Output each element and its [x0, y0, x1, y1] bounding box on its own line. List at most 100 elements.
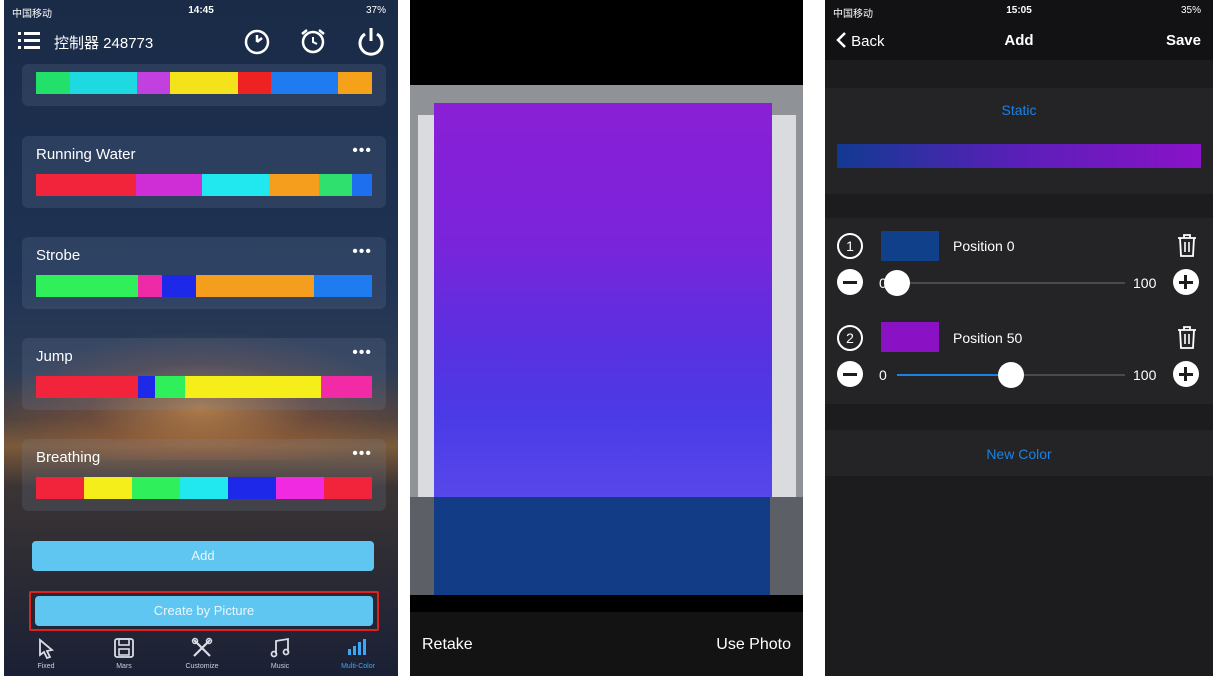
more-icon[interactable]: •••: [352, 142, 372, 160]
top-bar: 控制器 248773: [4, 24, 398, 64]
tab-multi-color[interactable]: Multi-Color: [328, 636, 388, 670]
battery-label: 37%: [365, 5, 386, 16]
controller-title: 控制器 248773: [54, 35, 154, 52]
create-by-picture-button[interactable]: Create by Picture: [35, 596, 373, 626]
increase-button[interactable]: [1173, 269, 1199, 295]
top-color-card[interactable]: [22, 64, 386, 106]
color-segment: [36, 477, 84, 499]
more-icon[interactable]: •••: [352, 344, 372, 362]
color-segment: [202, 174, 269, 196]
color-segment: [36, 275, 138, 297]
color-segment: [84, 477, 132, 499]
tab-bar: Fixed Mars Customize Music Multi-Color: [4, 634, 398, 676]
color-segment: [69, 72, 104, 94]
mode-name: Jump: [36, 348, 73, 365]
add-button[interactable]: Add: [32, 541, 374, 571]
more-icon[interactable]: •••: [352, 243, 372, 261]
tools-icon: [191, 637, 213, 657]
tab-mars[interactable]: Mars: [94, 636, 154, 670]
color-index-badge: 2: [837, 325, 863, 351]
color-segment: [135, 174, 203, 196]
color-segment: [304, 72, 339, 94]
decrease-button[interactable]: [837, 361, 863, 387]
nav-bar: Back Add Save: [825, 22, 1213, 60]
color-segment: [276, 477, 324, 499]
mode-card-breathing[interactable]: Breathing •••: [22, 439, 386, 511]
position-slider[interactable]: [897, 362, 1125, 388]
mode-card-jump[interactable]: Jump •••: [22, 338, 386, 410]
new-color-button[interactable]: New Color: [825, 446, 1213, 462]
tab-label: Customize: [185, 663, 219, 670]
mode-select[interactable]: Static: [825, 102, 1213, 118]
slider-min: 0: [879, 367, 887, 383]
position-slider[interactable]: [884, 270, 1125, 296]
music-icon: [270, 637, 290, 658]
mode-name: Running Water: [36, 146, 136, 163]
slider-knob[interactable]: [998, 362, 1024, 388]
save-button[interactable]: Save: [1166, 32, 1201, 49]
color-segment: [36, 72, 70, 94]
status-time: 15:05: [1006, 5, 1032, 16]
power-icon[interactable]: [356, 26, 386, 56]
color-swatch[interactable]: [881, 231, 939, 261]
alarm-clock-icon[interactable]: [298, 26, 328, 56]
color-segment: [161, 275, 196, 297]
color-segment: [268, 174, 319, 196]
color-strip: [36, 275, 372, 297]
mode-name: Strobe: [36, 247, 81, 264]
color-segment: [321, 376, 372, 398]
position-label: Position 50: [953, 330, 1023, 346]
mode-card-running-water[interactable]: Running Water •••: [22, 136, 386, 208]
gradient-preview: [837, 144, 1201, 168]
photo-led-panel: [434, 103, 772, 499]
color-segment: [132, 477, 180, 499]
color-segment: [318, 174, 353, 196]
tab-label: Fixed: [37, 663, 55, 670]
use-photo-button[interactable]: Use Photo: [716, 636, 791, 654]
color-segment: [137, 376, 155, 398]
new-color-section: New Color: [825, 430, 1213, 476]
retake-button[interactable]: Retake: [422, 636, 473, 654]
tab-label: Mars: [116, 663, 132, 670]
save-icon: [114, 638, 134, 658]
slider-max: 100: [1133, 275, 1157, 291]
multicolor-screen: 中国移动 14:45 37% 控制器 248773 Running Water …: [4, 0, 398, 676]
color-segment: [203, 72, 238, 94]
slider-max: 100: [1133, 367, 1157, 383]
color-segment: [324, 477, 372, 499]
status-bar: 中国移动 14:45 37%: [4, 0, 398, 22]
tab-music[interactable]: Music: [250, 636, 310, 670]
color-segment: [237, 72, 272, 94]
color-segment: [36, 376, 138, 398]
slider-knob[interactable]: [884, 270, 910, 296]
mode-card-strobe[interactable]: Strobe •••: [22, 237, 386, 309]
list-menu-icon[interactable]: [18, 32, 40, 50]
status-time: 14:45: [188, 5, 214, 16]
color-strip: [36, 174, 372, 196]
color-segment: [314, 275, 372, 297]
preview-section: Static: [825, 88, 1213, 194]
battery-label: 35%: [1180, 5, 1201, 16]
decrease-button[interactable]: [837, 269, 863, 295]
color-list: 1 Position 0 0 100 2 Position 50 0 100: [825, 218, 1213, 404]
camera-preview-screen: Retake Use Photo: [410, 0, 803, 676]
color-segment: [195, 275, 315, 297]
color-segment: [136, 72, 171, 94]
timer-icon[interactable]: [242, 26, 272, 56]
trash-icon[interactable]: [1175, 324, 1199, 350]
mode-name: Breathing: [36, 449, 101, 466]
tab-customize[interactable]: Customize: [172, 636, 232, 670]
position-label: Position 0: [953, 238, 1015, 254]
color-segment: [154, 376, 186, 398]
tab-fixed[interactable]: Fixed: [16, 636, 76, 670]
color-segment: [137, 275, 162, 297]
increase-button[interactable]: [1173, 361, 1199, 387]
color-strip: [36, 376, 372, 398]
color-segment: [352, 174, 372, 196]
more-icon[interactable]: •••: [352, 445, 372, 463]
status-bar: 中国移动 15:05 35%: [825, 0, 1213, 22]
color-segment: [271, 72, 305, 94]
color-segment: [180, 477, 228, 499]
trash-icon[interactable]: [1175, 232, 1199, 258]
color-swatch[interactable]: [881, 322, 939, 352]
